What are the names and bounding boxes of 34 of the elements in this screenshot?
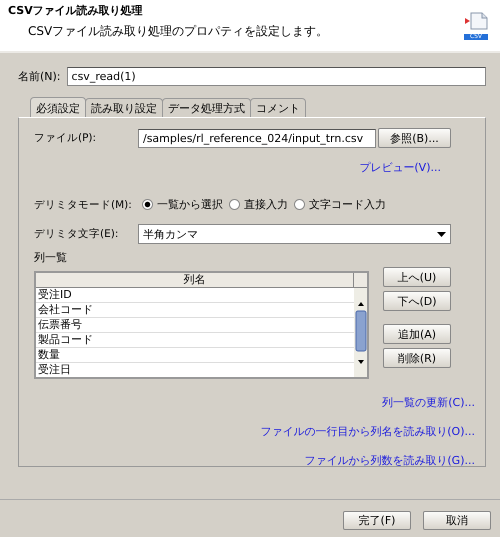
delimiter-dropdown[interactable]: 半角カンマ <box>138 224 451 244</box>
delimiter-mode-label: デリミタモード(M): <box>34 198 132 212</box>
radio-label: 直接入力 <box>244 197 288 212</box>
action-link[interactable]: 列一覧の更新(C)... <box>382 395 475 410</box>
name-field[interactable]: csv_read(1) <box>66 67 486 86</box>
list-button[interactable]: 削除(R) <box>383 348 451 368</box>
table-row[interactable]: 製品コード <box>36 333 354 348</box>
list-button[interactable]: 上へ(U) <box>383 267 451 287</box>
table-row[interactable]: 数量 <box>36 348 354 363</box>
preview-link[interactable]: プレビュー(V)... <box>359 160 441 175</box>
name-label: 名前(N): <box>18 69 61 84</box>
column-header: 列名 <box>36 273 354 287</box>
column-list-label: 列一覧 <box>34 250 68 265</box>
action-link[interactable]: ファイルの一行目から列名を読み取り(O)... <box>260 424 475 439</box>
file-path-field[interactable]: /samples/rl_reference_024/input_trn.csv <box>138 128 376 148</box>
delimiter-char-label: デリミタ文字(E): <box>34 227 120 241</box>
table-row[interactable]: 会社コード <box>36 303 354 318</box>
tab[interactable]: コメント <box>250 98 306 117</box>
dialog-title: CSVファイル読み取り処理 <box>8 3 144 18</box>
action-link[interactable]: ファイルから列数を読み取り(G)... <box>304 453 475 468</box>
radio-label: 文字コード入力 <box>309 197 386 212</box>
file-label: ファイル(P): <box>34 131 98 145</box>
dialog-button[interactable]: 取消 <box>423 511 491 530</box>
dialog-subtitle: CSVファイル読み取り処理のプロパティを設定します。 <box>28 23 328 40</box>
dialog-button[interactable]: 完了(F) <box>343 511 411 530</box>
table-row[interactable]: 伝票番号 <box>36 318 354 333</box>
radio-label: 一覧から選択 <box>157 197 223 212</box>
table-row[interactable]: 受注ID <box>36 288 354 303</box>
browse-button[interactable]: 参照(B)... <box>378 128 451 148</box>
list-button[interactable]: 追加(A) <box>383 324 451 344</box>
tab[interactable]: 読み取り設定 <box>85 98 163 117</box>
tab[interactable]: データ処理方式 <box>162 98 251 117</box>
tab[interactable]: 必須設定 <box>30 97 86 117</box>
list-button[interactable]: 下へ(D) <box>383 291 451 311</box>
